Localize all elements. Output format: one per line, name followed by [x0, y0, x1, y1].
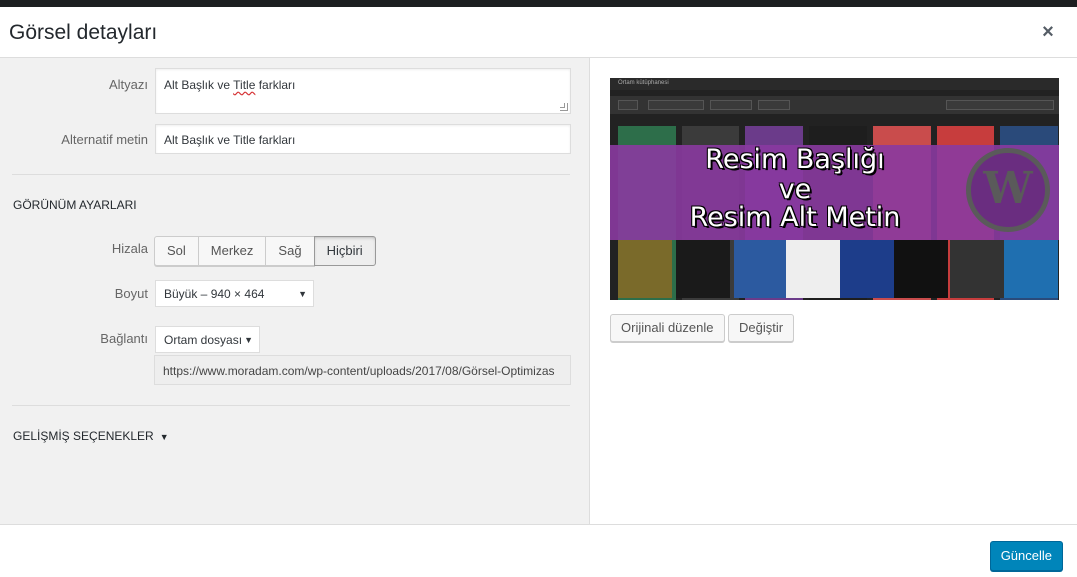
link-url-field[interactable]: https://www.moradam.com/wp-content/uploa… — [154, 355, 571, 385]
link-label: Bağlantı — [100, 331, 148, 346]
preview-banner-line-1: Resim Başlığı — [705, 144, 885, 175]
align-button-group: Sol Merkez Sağ Hiçbiri — [154, 236, 376, 266]
align-right-button[interactable]: Sağ — [265, 236, 315, 266]
dialog-footer: Güncelle — [0, 524, 1077, 577]
preview-banner-line-3: Resim Alt Metin — [689, 202, 901, 233]
update-button[interactable]: Güncelle — [989, 541, 1063, 571]
preview-library-bar: Ortam kütüphanesi — [610, 78, 1059, 90]
size-select[interactable]: Büyük – 940 × 464 ▼ — [155, 280, 314, 307]
size-label: Boyut — [114, 286, 148, 301]
caption-text-start: Alt Başlık ve — [164, 78, 234, 92]
alt-text-input[interactable]: Alt Başlık ve Title farkları — [155, 124, 571, 154]
advanced-options-toggle[interactable]: GELİŞMİŞ SEÇENEKLER ▼ — [13, 429, 169, 443]
caption-text-end: farkları — [255, 78, 296, 92]
size-select-value: Büyük – 940 × 464 — [164, 287, 265, 301]
chevron-down-icon: ▼ — [244, 335, 253, 345]
chevron-down-icon: ▼ — [298, 289, 307, 299]
close-icon[interactable]: × — [1037, 21, 1059, 43]
caption-text-misspelled: Title — [233, 78, 256, 92]
display-settings-heading: GÖRÜNÜM AYARLARI — [13, 198, 137, 212]
caption-label: Altyazı — [108, 77, 148, 92]
align-left-button[interactable]: Sol — [154, 236, 199, 266]
wordpress-logo-letter: W — [983, 163, 1033, 214]
alt-text-label: Alternatif metin — [61, 132, 148, 147]
dialog-title: Görsel detayları — [9, 21, 158, 44]
divider — [12, 174, 570, 175]
align-label: Hizala — [111, 241, 148, 256]
replace-button[interactable]: Değiştir — [728, 314, 795, 342]
wordpress-logo-icon: W — [966, 148, 1050, 232]
edit-original-button[interactable]: Orijinali düzenle — [610, 314, 725, 342]
preview-library-title: Ortam kütüphanesi — [618, 80, 669, 86]
dialog-header: Görsel detayları × — [0, 7, 1077, 58]
advanced-options-label: GELİŞMİŞ SEÇENEKLER — [13, 429, 154, 443]
preview-toolbar — [610, 96, 1059, 114]
caption-textarea[interactable]: Alt Başlık ve Title farkları — [155, 68, 571, 114]
resize-grip-icon[interactable] — [560, 103, 568, 111]
divider — [12, 405, 570, 406]
caret-down-icon: ▼ — [159, 432, 169, 442]
settings-panel: Altyazı Alt Başlık ve Title farkları Alt… — [0, 58, 589, 524]
preview-bottom-thumbnails — [610, 240, 1059, 300]
align-none-button[interactable]: Hiçbiri — [313, 236, 376, 266]
align-center-button[interactable]: Merkez — [197, 236, 267, 266]
backdrop-strip — [0, 0, 1077, 7]
preview-banner-line-2: ve — [778, 174, 812, 205]
image-preview: Ortam kütüphanesi Resim Başlığı ve Resim… — [610, 78, 1059, 300]
link-select[interactable]: Ortam dosyası ▼ — [155, 326, 260, 353]
preview-panel: Ortam kütüphanesi Resim Başlığı ve Resim… — [589, 58, 1077, 524]
link-select-value: Ortam dosyası — [164, 333, 243, 347]
